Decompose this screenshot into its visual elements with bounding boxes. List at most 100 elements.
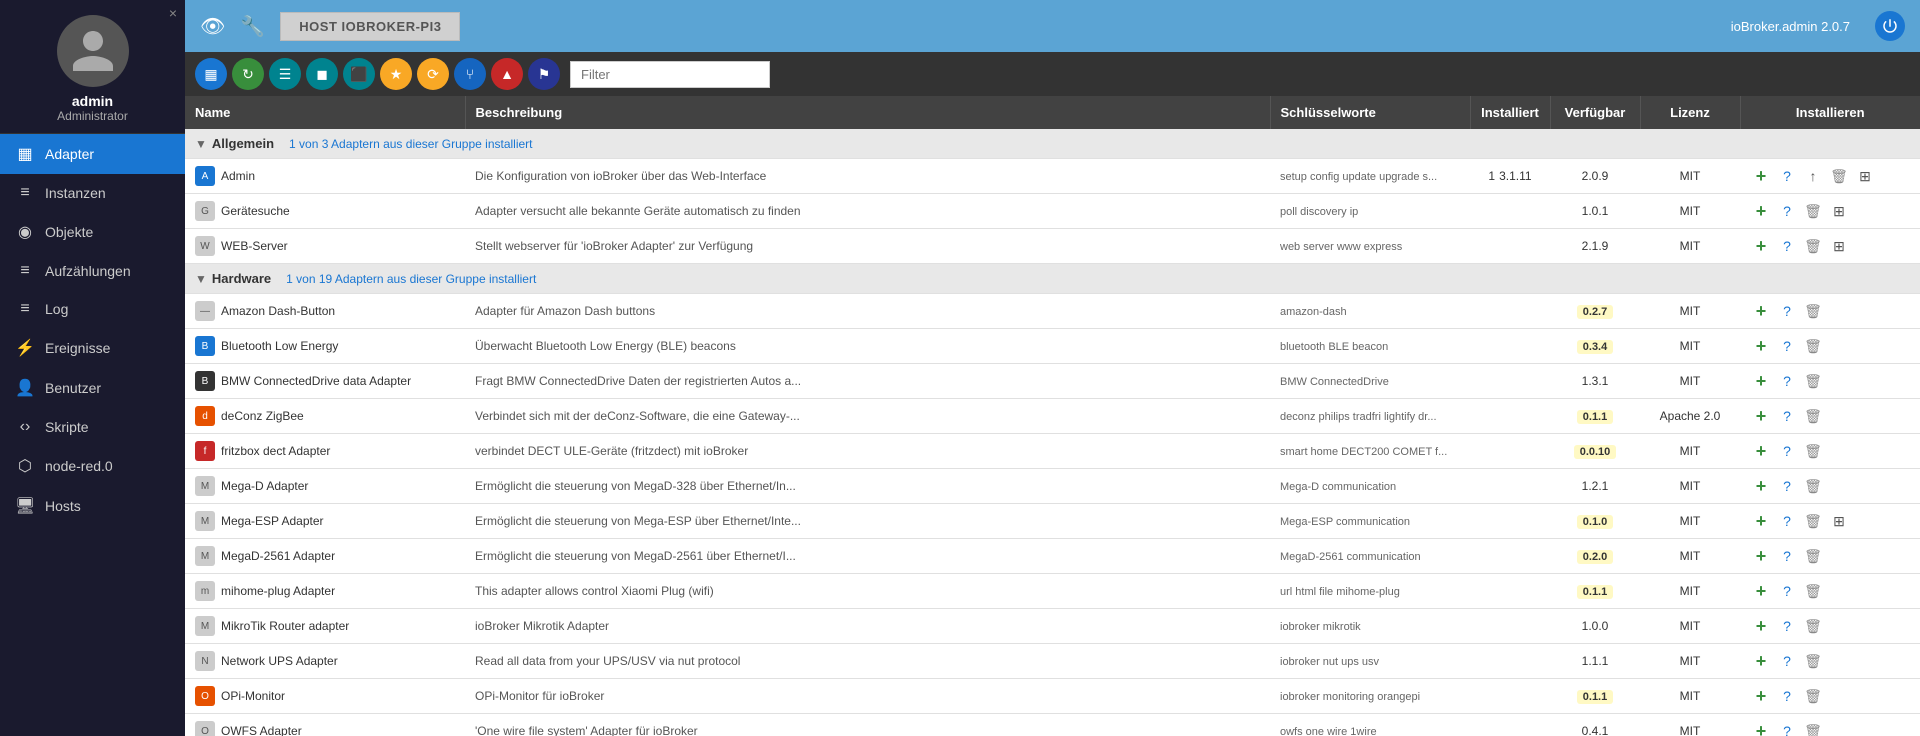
grid-view-button[interactable]: ▦ — [195, 58, 227, 90]
sync-button[interactable]: ⟳ — [417, 58, 449, 90]
adapter-icon: O — [195, 721, 215, 736]
delete-button[interactable]: 🗑 — [1802, 685, 1824, 707]
col-description: Beschreibung — [465, 96, 1270, 129]
screen-button[interactable]: ⬛ — [343, 58, 375, 90]
install-add-button[interactable]: + — [1750, 200, 1772, 222]
host-button[interactable]: HOST IOBROKER-PI3 — [280, 12, 460, 41]
install-add-button[interactable]: + — [1750, 300, 1772, 322]
install-add-button[interactable]: + — [1750, 165, 1772, 187]
upload-button[interactable]: ▲ — [491, 58, 523, 90]
sidebar-item-ereignisse[interactable]: ⚡ Ereignisse — [0, 328, 185, 368]
help-button[interactable]: ? — [1776, 685, 1798, 707]
sidebar-item-log[interactable]: ≡ Log — [0, 290, 185, 328]
sidebar-item-hosts[interactable]: 🖥 Hosts — [0, 486, 185, 526]
install-add-button[interactable]: + — [1750, 405, 1772, 427]
sidebar-item-label: Hosts — [45, 498, 81, 514]
tool-icon[interactable]: 🔧 — [240, 14, 265, 39]
install-add-button[interactable]: + — [1750, 335, 1772, 357]
table-body: ▼ Allgemein 1 von 3 Adaptern aus dieser … — [185, 129, 1920, 736]
available-version: 1.0.1 — [1582, 204, 1609, 218]
delete-button[interactable]: 🗑 — [1802, 440, 1824, 462]
help-button[interactable]: ? — [1776, 510, 1798, 532]
help-button[interactable]: ? — [1776, 200, 1798, 222]
delete-button[interactable]: 🗑 — [1802, 300, 1824, 322]
delete-button[interactable]: 🗑 — [1802, 335, 1824, 357]
filter-input[interactable] — [570, 61, 770, 88]
delete-button[interactable]: 🗑 — [1802, 405, 1824, 427]
close-icon[interactable]: × — [169, 5, 177, 21]
more-button[interactable]: ⊞ — [1854, 165, 1876, 187]
action-btns: +?↑🗑⊞ — [1750, 165, 1910, 187]
flag-button[interactable]: ⚑ — [528, 58, 560, 90]
sidebar-item-benutzer[interactable]: 👤 Benutzer — [0, 368, 185, 408]
stop-button[interactable]: ◼ — [306, 58, 338, 90]
help-button[interactable]: ? — [1776, 440, 1798, 462]
more-button[interactable]: ⊞ — [1828, 510, 1850, 532]
delete-button[interactable]: 🗑 — [1802, 615, 1824, 637]
delete-button[interactable]: 🗑 — [1828, 165, 1850, 187]
delete-button[interactable]: 🗑 — [1802, 370, 1824, 392]
install-add-button[interactable]: + — [1750, 510, 1772, 532]
help-button[interactable]: ? — [1776, 235, 1798, 257]
power-button[interactable] — [1875, 11, 1905, 41]
help-button[interactable]: ? — [1776, 545, 1798, 567]
delete-button[interactable]: 🗑 — [1802, 720, 1824, 736]
adapter-name-label: OPi-Monitor — [221, 689, 285, 703]
star-button[interactable]: ★ — [380, 58, 412, 90]
help-button[interactable]: ? — [1776, 335, 1798, 357]
install-add-button[interactable]: + — [1750, 580, 1772, 602]
delete-button[interactable]: 🗑 — [1802, 580, 1824, 602]
install-add-button[interactable]: + — [1750, 545, 1772, 567]
install-add-button[interactable]: + — [1750, 720, 1772, 736]
help-button[interactable]: ? — [1776, 300, 1798, 322]
keywords-text: owfs one wire 1wire — [1280, 726, 1377, 736]
help-button[interactable]: ? — [1776, 650, 1798, 672]
delete-button[interactable]: 🗑 — [1802, 200, 1824, 222]
help-button[interactable]: ? — [1776, 475, 1798, 497]
install-add-button[interactable]: + — [1750, 440, 1772, 462]
delete-button[interactable]: 🗑 — [1802, 510, 1824, 532]
more-button[interactable]: ⊞ — [1828, 200, 1850, 222]
sidebar-item-skripte[interactable]: ‹› Skripte — [0, 408, 185, 446]
available-cell: 0.3.4 — [1550, 329, 1640, 364]
ereignisse-icon: ⚡ — [15, 338, 35, 358]
sidebar-item-node-red[interactable]: ⬡ node-red.0 — [0, 446, 185, 486]
github-button[interactable]: ⑂ — [454, 58, 486, 90]
help-button[interactable]: ? — [1776, 370, 1798, 392]
install-cell: +?🗑⊞ — [1740, 504, 1920, 539]
install-add-button[interactable]: + — [1750, 615, 1772, 637]
table-row: M Mega-ESP Adapter Ermöglicht die steuer… — [185, 504, 1920, 539]
sidebar-item-instanzen[interactable]: ≡ Instanzen — [0, 174, 185, 212]
delete-button[interactable]: 🗑 — [1802, 235, 1824, 257]
delete-button[interactable]: 🗑 — [1802, 545, 1824, 567]
help-button[interactable]: ? — [1776, 615, 1798, 637]
group-expand-icon[interactable]: ▼ — [195, 272, 207, 286]
col-keywords: Schlüsselworte — [1270, 96, 1470, 129]
list-button[interactable]: ☰ — [269, 58, 301, 90]
installed-cell — [1470, 294, 1550, 329]
sidebar-item-adapter[interactable]: ▦ Adapter — [0, 134, 185, 174]
install-add-button[interactable]: + — [1750, 235, 1772, 257]
install-add-button[interactable]: + — [1750, 370, 1772, 392]
help-button[interactable]: ? — [1776, 405, 1798, 427]
delete-button[interactable]: 🗑 — [1802, 475, 1824, 497]
available-cell: 0.4.1 — [1550, 714, 1640, 736]
license-text: MIT — [1680, 169, 1701, 183]
help-button[interactable]: ? — [1776, 580, 1798, 602]
sidebar-item-aufzaehlungen[interactable]: ≡ Aufzählungen — [0, 252, 185, 290]
available-version: 0.4.1 — [1582, 724, 1609, 736]
table-row: B Bluetooth Low Energy Überwacht Bluetoo… — [185, 329, 1920, 364]
help-button[interactable]: ? — [1776, 165, 1798, 187]
delete-button[interactable]: 🗑 — [1802, 650, 1824, 672]
group-expand-icon[interactable]: ▼ — [195, 137, 207, 151]
install-add-button[interactable]: + — [1750, 475, 1772, 497]
adapter-icon: d — [195, 406, 215, 426]
eye-icon[interactable]: 👁 — [200, 14, 225, 39]
sidebar-item-objekte[interactable]: ◉ Objekte — [0, 212, 185, 252]
more-button[interactable]: ⊞ — [1828, 235, 1850, 257]
refresh-button[interactable]: ↻ — [232, 58, 264, 90]
install-add-button[interactable]: + — [1750, 685, 1772, 707]
upgrade-button[interactable]: ↑ — [1802, 165, 1824, 187]
install-add-button[interactable]: + — [1750, 650, 1772, 672]
help-button[interactable]: ? — [1776, 720, 1798, 736]
